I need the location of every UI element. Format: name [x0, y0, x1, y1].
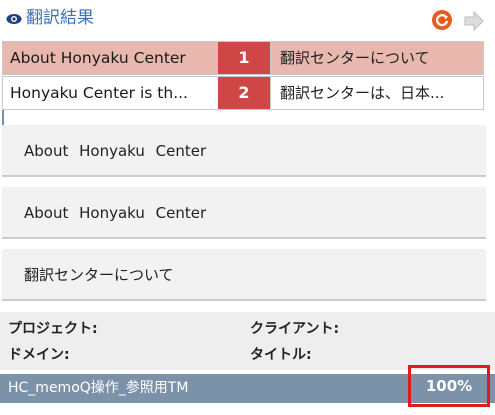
- compare-text-panel: About Honyaku Center: [2, 187, 486, 239]
- segment-index-badge: 1: [218, 42, 270, 74]
- arrow-right-icon[interactable]: [462, 9, 486, 33]
- segment-source: Honyaku Center is th...: [10, 84, 188, 102]
- meta-info: プロジェクト: クライアント: ドメイン: タイトル:: [0, 312, 495, 370]
- match-rate-badge: 100%: [413, 374, 485, 398]
- header: 翻訳結果: [0, 0, 495, 38]
- eye-icon: [6, 14, 22, 24]
- compare-text: About Honyaku Center: [24, 204, 207, 222]
- segment-row[interactable]: Honyaku Center is th... 2 翻訳センターは、日本...: [2, 76, 484, 110]
- page-title: 翻訳結果: [26, 8, 94, 28]
- segment-target: 翻訳センターについて: [270, 42, 483, 74]
- source-text-panel: About Honyaku Center: [2, 125, 486, 177]
- segment-source: About Honyaku Center: [10, 49, 186, 67]
- project-label: プロジェクト:: [8, 321, 98, 337]
- tm-name: HC_memoQ操作_参照用TM: [8, 380, 189, 396]
- segment-index-badge: 2: [218, 77, 270, 109]
- segment-target: 翻訳センターは、日本...: [270, 77, 483, 109]
- match-rate-highlight: 100%: [408, 365, 490, 407]
- target-text-panel: 翻訳センターについて: [2, 249, 486, 301]
- title-label: タイトル:: [250, 347, 312, 363]
- client-label: クライアント:: [250, 321, 340, 337]
- source-text: About Honyaku Center: [24, 142, 207, 160]
- segment-row-selected[interactable]: About Honyaku Center 1 翻訳センターについて: [2, 41, 484, 75]
- domain-label: ドメイン:: [8, 347, 70, 363]
- refresh-icon[interactable]: [431, 9, 453, 31]
- target-text: 翻訳センターについて: [24, 266, 174, 284]
